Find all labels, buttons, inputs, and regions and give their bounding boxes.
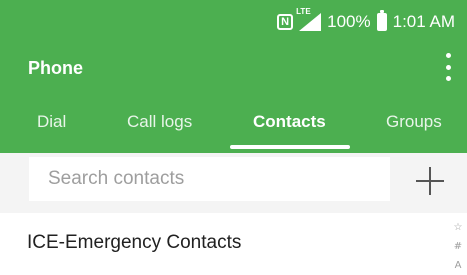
clock: 1:01 AM [392, 12, 455, 31]
tab-call-logs[interactable]: Call logs [127, 112, 192, 132]
list-item-ice-emergency-contacts[interactable]: ICE-Emergency Contacts [0, 213, 440, 269]
index-hash[interactable]: # [451, 237, 465, 256]
search-row [0, 153, 467, 213]
tab-dial[interactable]: Dial [37, 112, 66, 132]
status-icons: N LTE 100% 1:01 AM [277, 7, 455, 33]
add-contact-icon[interactable] [416, 167, 444, 195]
tab-bar: Dial Call logs Contacts Groups [0, 112, 467, 152]
app-title: Phone [28, 58, 84, 78]
list-item-label: ICE-Emergency Contacts [27, 232, 242, 253]
tab-contacts[interactable]: Contacts [253, 112, 326, 132]
search-contacts-input[interactable] [29, 157, 390, 201]
battery-percent: 100% [327, 12, 371, 31]
index-favorites[interactable]: ☆ [451, 218, 465, 237]
alphabet-index-bar[interactable]: ☆ # A [451, 218, 465, 275]
signal-icon: LTE [296, 7, 322, 31]
more-vert-icon[interactable] [443, 53, 453, 81]
battery-icon [376, 10, 387, 31]
nfc-icon: N [277, 14, 294, 30]
active-tab-indicator [230, 145, 350, 149]
tab-groups[interactable]: Groups [386, 112, 442, 132]
status-bar: N LTE 100% 1:01 AM [0, 0, 467, 42]
index-a[interactable]: A [451, 256, 465, 275]
app-header: N LTE 100% 1:01 AM Phone Dial Call logs … [0, 0, 467, 153]
